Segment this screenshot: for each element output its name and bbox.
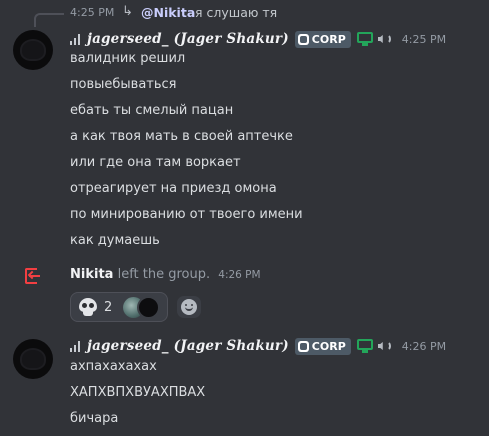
system-text: left the group.	[117, 267, 211, 282]
system-timestamp: 4:26 PM	[218, 269, 261, 281]
message-timestamp: 4:25 PM	[401, 32, 447, 46]
reply-timestamp: 4:25 PM	[70, 6, 115, 19]
message-line: валидник решил	[70, 51, 186, 66]
corp-logo-icon	[297, 340, 309, 352]
message-line: а как твоя мать в своей аптечке	[70, 129, 293, 144]
speaker-icon	[377, 339, 392, 353]
message-line: или где она там воркает	[70, 155, 241, 170]
add-reaction-button[interactable]	[177, 296, 201, 318]
monitor-icon	[356, 32, 373, 46]
reply-text: я слушаю тя	[195, 5, 278, 20]
system-message: Nikita left the group. 4:26 PM	[70, 267, 261, 282]
signal-bars-icon	[70, 340, 80, 352]
message-header: jagerseed_ (Jager Shakur) CORP 4:25 PM	[70, 29, 446, 49]
leave-arrow-icon	[25, 268, 41, 284]
avatar-face	[22, 350, 44, 368]
username[interactable]: jagerseed_ (Jager Shakur)	[87, 338, 289, 354]
message-line: ебать ты смелый пацан	[70, 103, 234, 118]
message-header: jagerseed_ (Jager Shakur) CORP 4:26 PM	[70, 336, 446, 356]
reactor-avatar	[137, 296, 160, 319]
reply-preview[interactable]: 4:25 PM ↳ @Nikita я слушаю тя	[0, 0, 489, 28]
reaction-count: 2	[104, 300, 113, 315]
avatar-face	[22, 41, 44, 59]
reply-mention[interactable]: @Nikita	[141, 5, 195, 20]
message-line: ХАПХВПХВУАХПВАХ	[70, 385, 206, 400]
avatar[interactable]	[13, 30, 53, 70]
message-line: как думаешь	[70, 233, 160, 248]
message-timestamp: 4:26 PM	[401, 339, 447, 353]
reply-arrow-icon: ↳	[122, 4, 133, 19]
smile-icon	[181, 299, 197, 315]
corp-badge[interactable]: CORP	[294, 30, 351, 48]
message-line: бичара	[70, 411, 119, 426]
message-line: повыебываться	[70, 77, 177, 92]
username[interactable]: jagerseed_ (Jager Shakur)	[87, 31, 289, 47]
corp-logo-icon	[297, 33, 309, 45]
message-line: по минированию от твоего имени	[70, 207, 303, 222]
reaction-skull[interactable]: 2	[70, 292, 168, 322]
reply-connector	[34, 13, 64, 27]
message-line: ахпахахахах	[70, 359, 157, 374]
corp-badge-label: CORP	[311, 339, 346, 353]
avatar[interactable]	[13, 339, 53, 379]
system-username[interactable]: Nikita	[70, 267, 113, 282]
signal-bars-icon	[70, 33, 80, 45]
speaker-icon	[377, 32, 392, 46]
skull-icon	[79, 298, 97, 317]
monitor-icon	[356, 339, 373, 353]
corp-badge[interactable]: CORP	[294, 337, 351, 355]
corp-badge-label: CORP	[311, 32, 346, 46]
message-line: отреагирует на приезд омона	[70, 181, 277, 196]
